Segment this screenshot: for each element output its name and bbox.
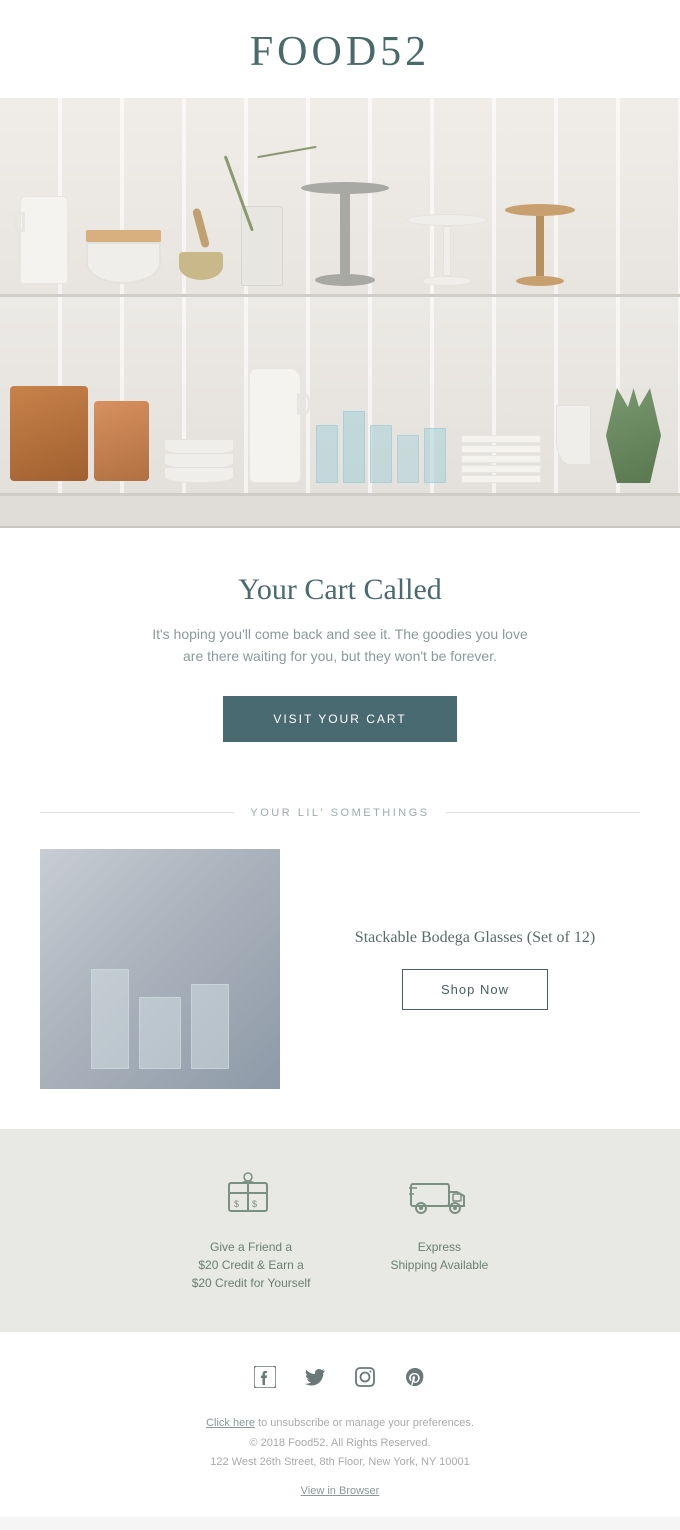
hero-image [0,98,680,528]
cart-section: Your Cart Called It's hoping you'll come… [0,528,680,777]
cart-title: Your Cart Called [60,573,620,607]
unsubscribe-link[interactable]: Click here [206,1417,255,1429]
shop-now-button[interactable]: Shop Now [402,969,548,1010]
divider-line-left [40,812,234,813]
shelf-bottom [0,297,680,496]
shelf-top [0,98,680,297]
email-wrapper: FOOD52 [0,0,680,1517]
divider-line-right [446,812,640,813]
view-in-browser-link[interactable]: View in Browser [40,1485,640,1497]
gift-card-icon: $ $ [221,1169,281,1224]
svg-text:$: $ [234,1199,239,1209]
pinterest-icon[interactable] [400,1362,430,1392]
info-text-gift: Give a Friend a$20 Credit & Earn a$20 Cr… [192,1238,311,1292]
instagram-icon[interactable] [350,1362,380,1392]
logo: FOOD52 [0,28,680,76]
glass-item-2 [139,997,181,1069]
info-item-gift: $ $ Give a Friend a$20 Credit & Earn a$2… [192,1169,311,1292]
facebook-icon[interactable] [250,1362,280,1392]
info-item-shipping: ExpressShipping Available [390,1169,488,1274]
footer: Click here to unsubscribe or manage your… [0,1332,680,1517]
info-bar: $ $ Give a Friend a$20 Credit & Earn a$2… [0,1129,680,1332]
product-name: Stackable Bodega Glasses (Set of 12) [310,927,640,949]
section-label: YOUR LIL' SOMETHINGS [250,807,429,819]
svg-text:$: $ [252,1199,257,1209]
product-image [40,849,280,1089]
social-icons [40,1362,640,1392]
shelf-scene [0,98,680,528]
twitter-icon[interactable] [300,1362,330,1392]
glass-item-1 [91,969,129,1069]
visit-cart-button[interactable]: VISIT YOUR CART [223,696,456,742]
truck-icon [409,1169,469,1224]
cart-description: It's hoping you'll come back and see it.… [60,623,620,668]
shelf-third [0,496,680,528]
footer-text: Click here to unsubscribe or manage your… [40,1414,640,1473]
product-info: Stackable Bodega Glasses (Set of 12) Sho… [310,927,640,1010]
glass-item-3 [191,984,229,1069]
section-divider: YOUR LIL' SOMETHINGS [0,777,680,829]
header: FOOD52 [0,0,680,98]
info-text-shipping: ExpressShipping Available [390,1238,488,1274]
product-section: Stackable Bodega Glasses (Set of 12) Sho… [0,829,680,1129]
